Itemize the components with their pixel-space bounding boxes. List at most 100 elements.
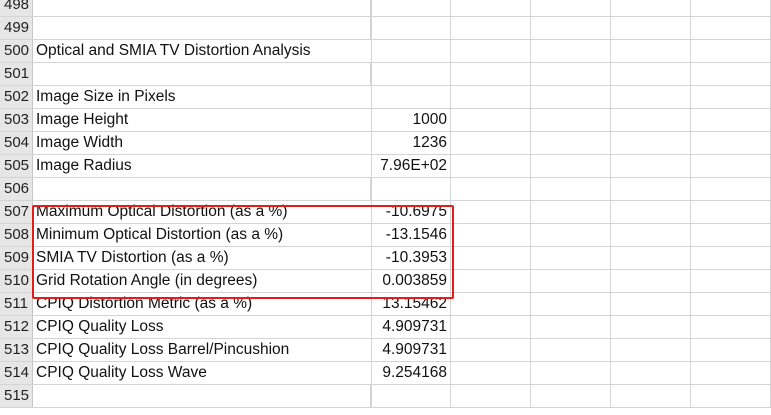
cell-label[interactable]: Maximum Optical Distortion (as a %): [33, 201, 371, 223]
empty-cell[interactable]: [611, 270, 691, 292]
row-number[interactable]: 514: [0, 362, 33, 384]
empty-cell[interactable]: [451, 132, 531, 154]
empty-cell[interactable]: [451, 293, 531, 315]
empty-cell[interactable]: [611, 178, 691, 200]
row-number[interactable]: 512: [0, 316, 33, 338]
empty-cell[interactable]: [531, 40, 611, 62]
empty-cell[interactable]: [611, 385, 691, 407]
empty-cell[interactable]: [531, 385, 611, 407]
cell-value[interactable]: 7.96E+02: [371, 155, 451, 177]
cell-label[interactable]: Minimum Optical Distortion (as a %): [33, 224, 371, 246]
row-number[interactable]: 509: [0, 247, 33, 269]
cell-value[interactable]: [371, 385, 451, 407]
cell-value[interactable]: 1236: [371, 132, 451, 154]
empty-cell[interactable]: [451, 155, 531, 177]
empty-cell[interactable]: [611, 17, 691, 39]
cell-value[interactable]: -13.1546: [371, 224, 451, 246]
cell-label[interactable]: Image Height: [33, 109, 371, 131]
cell-value[interactable]: 4.909731: [371, 339, 451, 361]
row-number[interactable]: 505: [0, 155, 33, 177]
cell-value[interactable]: 13.15462: [371, 293, 451, 315]
empty-cell[interactable]: [611, 155, 691, 177]
row-number[interactable]: 507: [0, 201, 33, 223]
empty-cell[interactable]: [611, 247, 691, 269]
empty-cell[interactable]: [531, 109, 611, 131]
cell-label[interactable]: [33, 385, 371, 407]
empty-cell[interactable]: [531, 178, 611, 200]
empty-cell[interactable]: [691, 63, 771, 85]
empty-cell[interactable]: [611, 86, 691, 108]
cell-value[interactable]: 1000: [371, 109, 451, 131]
empty-cell[interactable]: [531, 339, 611, 361]
row-number[interactable]: 500: [0, 40, 33, 62]
empty-cell[interactable]: [691, 224, 771, 246]
empty-cell[interactable]: [691, 0, 771, 16]
empty-cell[interactable]: [451, 247, 531, 269]
empty-cell[interactable]: [611, 0, 691, 16]
empty-cell[interactable]: [531, 155, 611, 177]
row-number[interactable]: 506: [0, 178, 33, 200]
empty-cell[interactable]: [451, 109, 531, 131]
empty-cell[interactable]: [451, 0, 531, 16]
empty-cell[interactable]: [691, 201, 771, 223]
cell-value[interactable]: -10.6975: [371, 201, 451, 223]
empty-cell[interactable]: [691, 178, 771, 200]
empty-cell[interactable]: [451, 270, 531, 292]
empty-cell[interactable]: [691, 385, 771, 407]
cell-value[interactable]: 4.909731: [371, 316, 451, 338]
empty-cell[interactable]: [531, 132, 611, 154]
cell-value[interactable]: 0.003859: [371, 270, 451, 292]
empty-cell[interactable]: [611, 109, 691, 131]
cell-label[interactable]: [33, 178, 371, 200]
row-number[interactable]: 511: [0, 293, 33, 315]
row-number[interactable]: 503: [0, 109, 33, 131]
empty-cell[interactable]: [451, 63, 531, 85]
row-number[interactable]: 515: [0, 385, 33, 407]
empty-cell[interactable]: [451, 17, 531, 39]
empty-cell[interactable]: [691, 270, 771, 292]
empty-cell[interactable]: [611, 224, 691, 246]
empty-cell[interactable]: [691, 362, 771, 384]
empty-cell[interactable]: [451, 339, 531, 361]
cell-label[interactable]: [33, 63, 371, 85]
empty-cell[interactable]: [451, 362, 531, 384]
cell-label[interactable]: [33, 17, 371, 39]
cell-label[interactable]: CPIQ Quality Loss: [33, 316, 371, 338]
cell-value[interactable]: [371, 178, 451, 200]
empty-cell[interactable]: [691, 109, 771, 131]
cell-value[interactable]: [371, 40, 451, 62]
cell-label[interactable]: CPIQ Quality Loss Wave: [33, 362, 371, 384]
empty-cell[interactable]: [611, 132, 691, 154]
empty-cell[interactable]: [451, 178, 531, 200]
empty-cell[interactable]: [611, 40, 691, 62]
cell-value[interactable]: [371, 17, 451, 39]
empty-cell[interactable]: [531, 293, 611, 315]
cell-value[interactable]: -10.3953: [371, 247, 451, 269]
empty-cell[interactable]: [531, 224, 611, 246]
row-number[interactable]: 502: [0, 86, 33, 108]
cell-value[interactable]: [371, 0, 451, 16]
cell-label[interactable]: CPIQ Distortion Metric (as a %): [33, 293, 371, 315]
empty-cell[interactable]: [691, 17, 771, 39]
empty-cell[interactable]: [691, 155, 771, 177]
empty-cell[interactable]: [451, 86, 531, 108]
cell-label[interactable]: Image Radius: [33, 155, 371, 177]
cell-label[interactable]: Optical and SMIA TV Distortion Analysis: [33, 40, 371, 62]
row-number[interactable]: 513: [0, 339, 33, 361]
row-number[interactable]: 498: [0, 0, 33, 16]
empty-cell[interactable]: [531, 316, 611, 338]
empty-cell[interactable]: [451, 385, 531, 407]
empty-cell[interactable]: [691, 316, 771, 338]
empty-cell[interactable]: [531, 86, 611, 108]
empty-cell[interactable]: [531, 0, 611, 16]
cell-label[interactable]: Image Width: [33, 132, 371, 154]
empty-cell[interactable]: [531, 63, 611, 85]
empty-cell[interactable]: [691, 132, 771, 154]
empty-cell[interactable]: [611, 362, 691, 384]
cell-value[interactable]: [371, 86, 451, 108]
empty-cell[interactable]: [611, 63, 691, 85]
row-number[interactable]: 508: [0, 224, 33, 246]
empty-cell[interactable]: [691, 86, 771, 108]
row-number[interactable]: 501: [0, 63, 33, 85]
cell-value[interactable]: [371, 63, 451, 85]
